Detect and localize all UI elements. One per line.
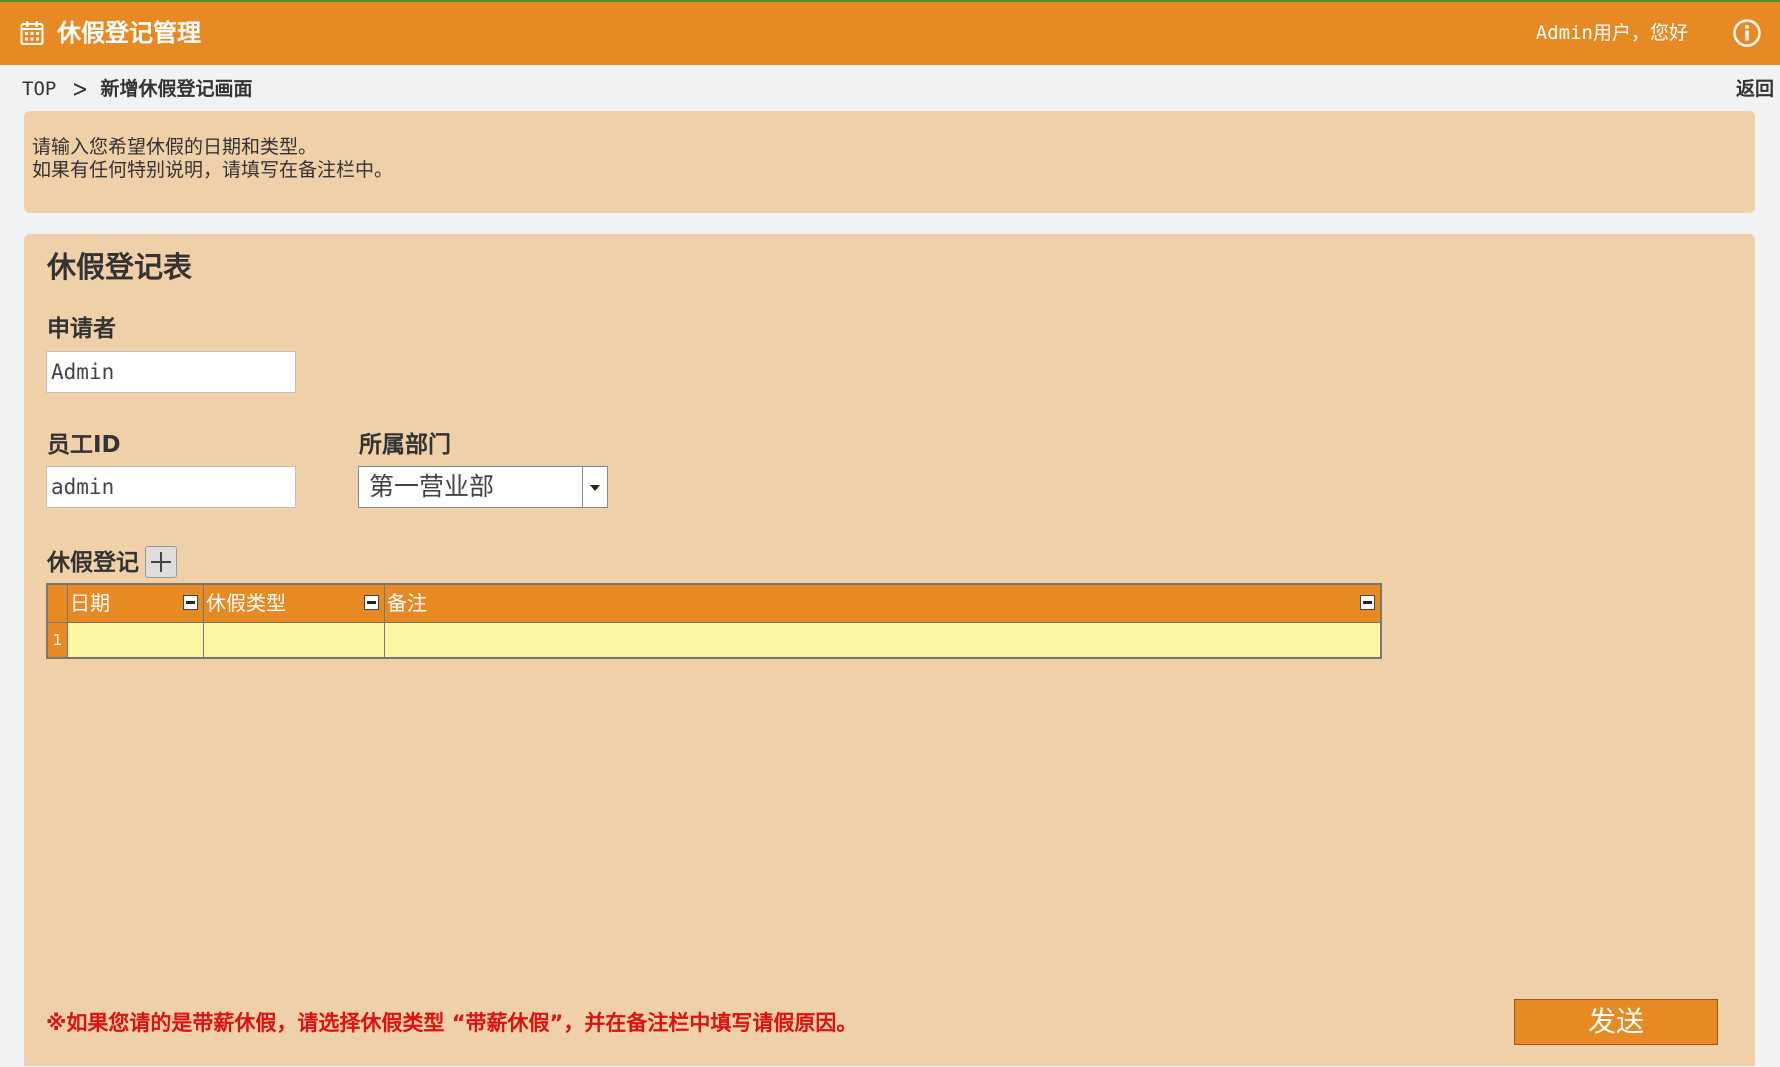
notice-box: 请输入您希望休假的日期和类型。 如果有任何特别说明，请填写在备注栏中。: [24, 111, 1755, 213]
applicant-input[interactable]: Admin: [46, 351, 296, 393]
department-selected-value: 第一营业部: [369, 472, 495, 501]
leave-section-label: 休假登记: [47, 550, 139, 576]
info-icon[interactable]: [1732, 18, 1762, 48]
paid-leave-footnote: ※如果您请的是带薪休假，请选择休假类型 “带薪休假”，并在备注栏中填写请假原因。: [46, 1011, 858, 1035]
column-header-remarks-label: 备注: [387, 591, 427, 615]
top-bar: 休假登记管理 Admin用户，您好: [0, 0, 1780, 65]
grid-header: 日期 休假类型 备注: [48, 585, 1380, 623]
leave-type-cell[interactable]: [204, 623, 385, 657]
chevron-down-icon[interactable]: [582, 467, 607, 507]
leave-grid: 日期 休假类型 备注 1: [46, 583, 1382, 659]
collapse-icon[interactable]: [364, 595, 379, 610]
breadcrumb-current: 新增休假登记画面: [100, 78, 253, 100]
applicant-label: 申请者: [47, 316, 116, 342]
breadcrumb-top-link[interactable]: TOP: [22, 76, 56, 102]
back-link[interactable]: 返回: [1736, 76, 1774, 102]
submit-button[interactable]: 发送: [1514, 999, 1718, 1045]
leave-form-panel: 休假登记表 申请者 Admin 员工ID admin 所属部门 第一营业部 休假…: [24, 234, 1755, 1066]
form-title: 休假登记表: [47, 250, 193, 284]
employee-id-label: 员工ID: [47, 432, 121, 458]
date-cell[interactable]: [68, 623, 204, 657]
employee-id-input[interactable]: admin: [46, 466, 296, 508]
column-header-leave-type[interactable]: 休假类型: [204, 585, 385, 622]
calendar-icon: [20, 21, 44, 45]
add-row-button[interactable]: [145, 546, 177, 578]
remarks-cell[interactable]: [385, 623, 1380, 657]
department-label: 所属部门: [359, 432, 451, 458]
collapse-icon[interactable]: [1360, 595, 1375, 610]
department-select[interactable]: 第一营业部: [358, 466, 608, 508]
app-title: 休假登记管理: [57, 19, 201, 47]
grid-corner: [48, 585, 68, 622]
plus-icon: [151, 552, 171, 572]
notice-line-1: 请输入您希望休假的日期和类型。: [32, 136, 318, 158]
column-header-remarks[interactable]: 备注: [385, 585, 1380, 622]
column-header-date[interactable]: 日期: [68, 585, 204, 622]
table-row: 1: [48, 623, 1380, 657]
collapse-icon[interactable]: [183, 595, 198, 610]
user-greeting: Admin用户，您好: [1535, 22, 1688, 44]
notice-line-2: 如果有任何特别说明，请填写在备注栏中。: [32, 159, 394, 181]
column-header-leave-type-label: 休假类型: [206, 591, 286, 615]
column-header-date-label: 日期: [70, 591, 110, 615]
breadcrumb-separator: >: [72, 75, 89, 103]
row-number: 1: [48, 623, 68, 657]
breadcrumb: TOP > 新增休假登记画面: [22, 76, 252, 102]
